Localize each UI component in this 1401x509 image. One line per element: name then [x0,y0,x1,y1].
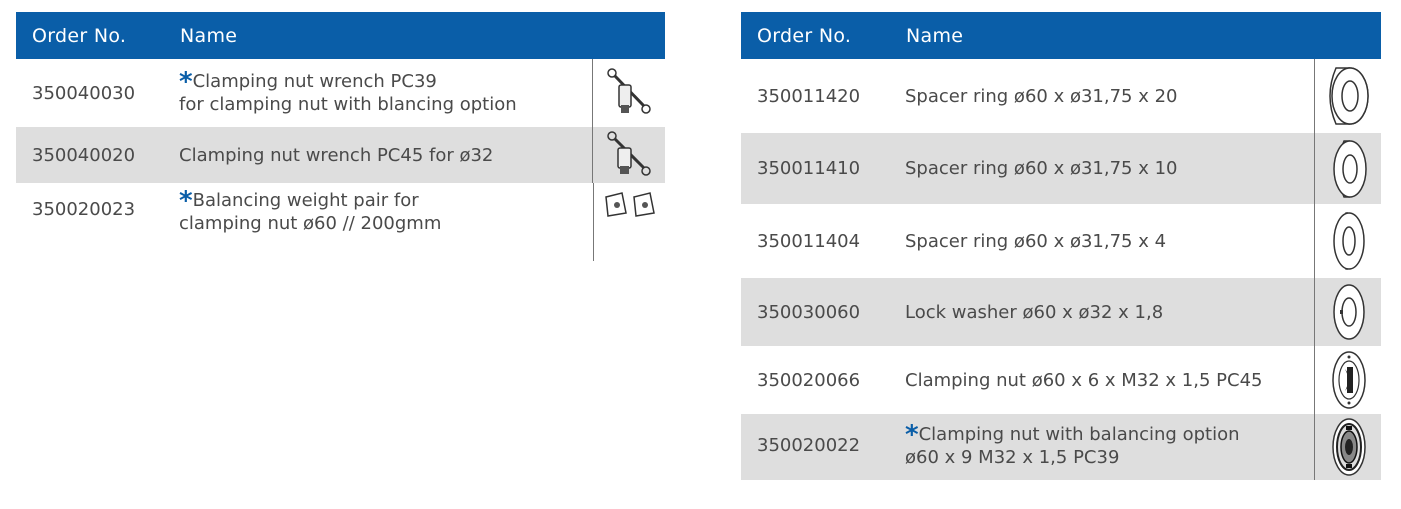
order-number: 350011420 [757,85,861,107]
order-no-header: Order No. [32,24,127,47]
table-row: 350040020 Clamping nut wrench PC45 for ø… [16,127,665,183]
spacer-ring-icon [1314,133,1381,204]
order-number: 350020022 [757,435,861,456]
order-no-header: Order No. [757,24,852,47]
clamping-nut-icon [1314,346,1381,414]
item-name: *Clamping nut with balancing option ø60 … [905,420,1240,468]
table-row: 350040030 *Clamping nut wrench PC39 for … [16,59,665,127]
table-row: 350011404 Spacer ring ø60 x ø31,75 x 4 [741,204,1381,278]
order-number: 350040020 [32,144,136,166]
right-parts-table: Order No. Name 350011420 Spacer ring ø60… [741,12,1381,480]
order-number: 350030060 [757,301,861,323]
table-row: 350011420 Spacer ring ø60 x ø31,75 x 20 [741,59,1381,133]
balancing-weight-icon [593,183,665,261]
order-number: 350020066 [757,369,861,391]
order-number: 350020023 [32,199,136,220]
table-row: 350030060 Lock washer ø60 x ø32 x 1,8 [741,278,1381,346]
order-number: 350040030 [32,82,136,104]
order-number: 350011410 [757,158,861,179]
item-name: Lock washer ø60 x ø32 x 1,8 [905,301,1164,323]
table-row: 350020023 *Balancing weight pair for cla… [16,183,665,261]
wrench-icon [592,59,665,127]
spacer-ring-icon [1314,204,1381,278]
table-row: 350020066 Clamping nut ø60 x 6 x M32 x 1… [741,346,1381,414]
order-number: 350011404 [757,230,861,252]
item-name: Spacer ring ø60 x ø31,75 x 20 [905,85,1178,107]
item-name: Spacer ring ø60 x ø31,75 x 4 [905,230,1167,252]
clamping-nut-balancing-icon [1314,414,1381,480]
item-name: Clamping nut ø60 x 6 x M32 x 1,5 PC45 [905,369,1263,391]
table-row: 350011410 Spacer ring ø60 x ø31,75 x 10 [741,133,1381,204]
item-name: Spacer ring ø60 x ø31,75 x 10 [905,158,1178,179]
left-parts-table: Order No. Name 350040030 *Clamping nut w… [16,12,665,261]
table-header: Order No. Name [741,12,1381,59]
name-header: Name [906,24,964,47]
table-header: Order No. Name [16,12,665,59]
name-header: Name [180,24,238,47]
wrench-icon [592,127,665,183]
table-row: 350020022 *Clamping nut with balancing o… [741,414,1381,480]
lock-washer-icon [1314,278,1381,346]
spacer-ring-icon [1314,59,1381,133]
